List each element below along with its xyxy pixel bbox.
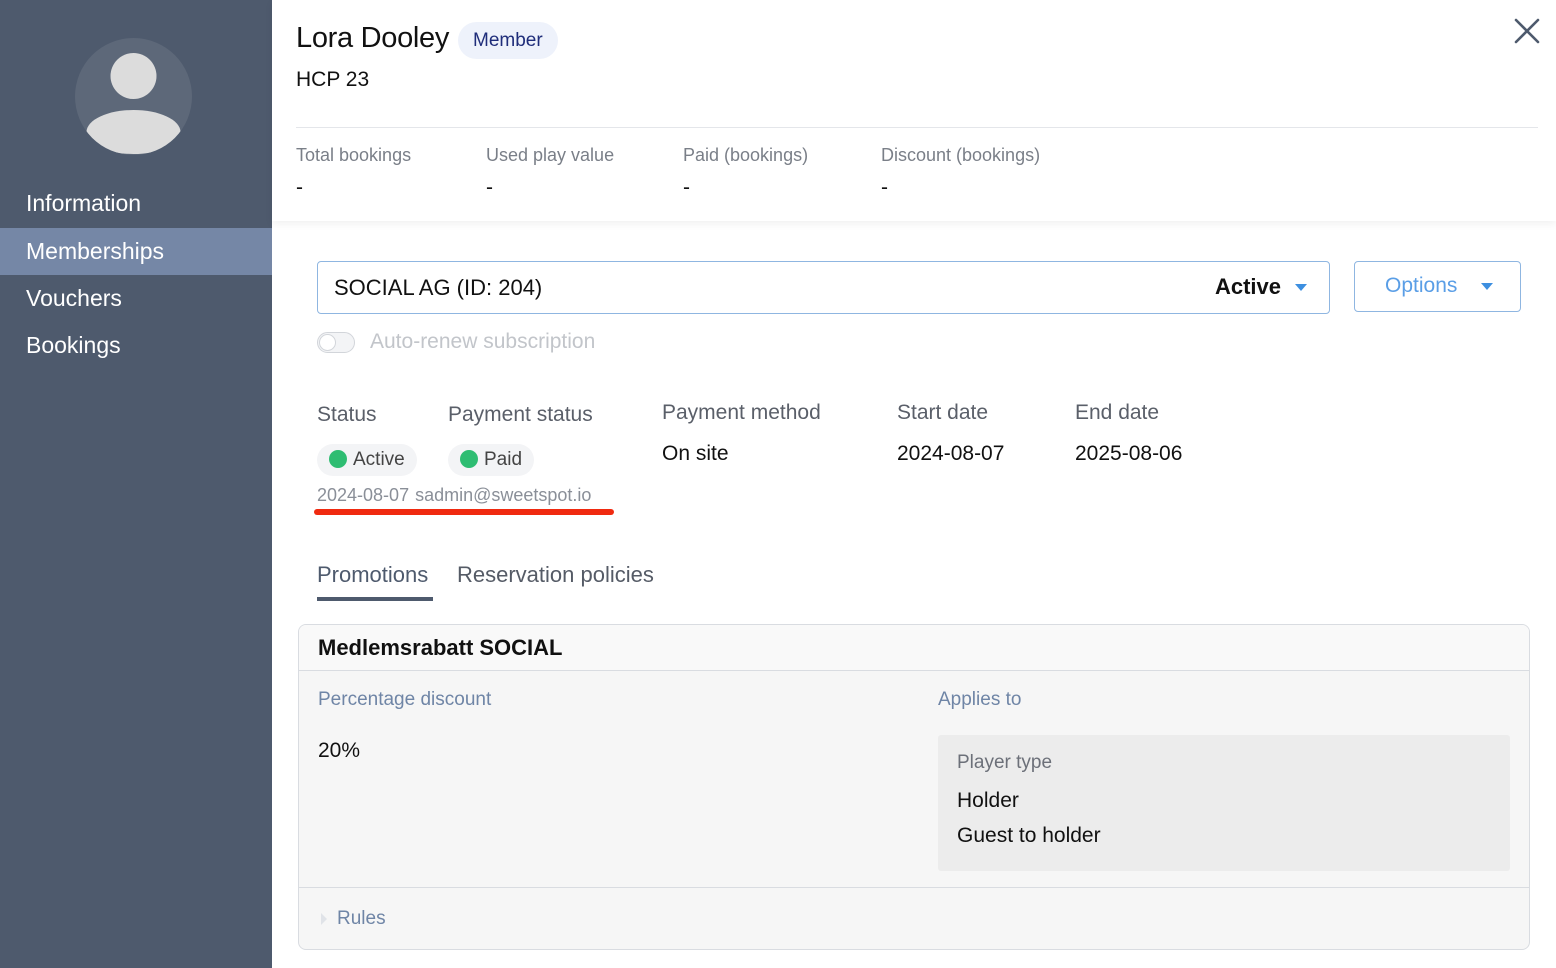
auto-renew-label: Auto-renew subscription <box>370 330 596 353</box>
stat-label: Used play value <box>486 145 615 165</box>
status-value: Active <box>353 449 405 470</box>
stat-discount-bookings: Discount (bookings) - <box>881 145 1040 200</box>
tab-reservation-policies[interactable]: Reservation policies <box>457 562 654 588</box>
end-date-label: End date <box>1075 401 1160 424</box>
stat-value: - <box>881 176 888 199</box>
payment-status-value: Paid <box>484 449 523 470</box>
sidebar-item-label: Vouchers <box>26 285 122 311</box>
options-button[interactable]: Options <box>1354 261 1521 312</box>
membership-state: Active <box>1214 274 1281 299</box>
payment-method-label: Payment method <box>662 401 821 424</box>
tab-promotions[interactable]: Promotions <box>317 562 428 588</box>
player-type-label: Player type <box>957 752 1053 773</box>
applies-to-label: Applies to <box>938 689 1022 710</box>
payment-status-badge: Paid <box>448 444 535 476</box>
chevron-down-icon <box>1295 284 1307 291</box>
sidebar-item-bookings[interactable]: Bookings <box>0 322 272 369</box>
sidebar-item-memberships[interactable]: Memberships <box>0 228 272 275</box>
applies-to-box: Player type Holder Guest to holder <box>938 735 1510 871</box>
stat-label: Paid (bookings) <box>683 145 809 165</box>
status-dot-icon <box>329 450 347 468</box>
stat-total-bookings: Total bookings - <box>296 145 411 200</box>
promotion-title: Medlemsrabatt SOCIAL <box>318 635 563 660</box>
avatar <box>75 38 192 155</box>
options-label: Options <box>1385 274 1458 297</box>
payment-meta: 2024-08-07 sadmin@sweetspot.io <box>317 485 591 506</box>
chevron-down-icon <box>1481 283 1493 290</box>
stat-value: - <box>486 176 493 199</box>
promotion-card-header: Medlemsrabatt SOCIAL <box>299 625 1529 671</box>
sidebar: Information Memberships Vouchers Booking… <box>0 0 272 968</box>
percentage-discount-label: Percentage discount <box>318 689 492 710</box>
membership-select[interactable]: SOCIAL AG (ID: 204) Active <box>317 261 1330 314</box>
stat-label: Discount (bookings) <box>881 145 1041 165</box>
player-type-item: Holder <box>957 789 1019 812</box>
status-label: Status <box>317 403 377 426</box>
sidebar-item-label: Information <box>26 190 142 216</box>
player-header: Lora Dooley Member HCP 23 Total bookings… <box>272 0 1556 221</box>
toggle-knob <box>319 334 336 351</box>
stat-paid-bookings: Paid (bookings) - <box>683 145 808 200</box>
promotion-card: Medlemsrabatt SOCIAL Percentage discount… <box>298 624 1530 950</box>
payment-status-label: Payment status <box>448 403 593 426</box>
active-tab-indicator <box>317 597 433 601</box>
status-badge: Active <box>317 444 417 476</box>
stat-value: - <box>683 176 690 199</box>
rules-toggle[interactable]: Rules <box>337 908 386 930</box>
user-icon <box>86 53 181 154</box>
percentage-discount-value: 20% <box>318 739 361 762</box>
handicap: HCP 23 <box>296 68 370 91</box>
end-date-value: 2025-08-06 <box>1075 442 1183 465</box>
stat-used-play-value: Used play value - <box>486 145 614 200</box>
sidebar-item-vouchers[interactable]: Vouchers <box>0 275 272 322</box>
tab-label: Promotions <box>317 562 429 587</box>
paid-date: 2024-08-07 <box>317 485 410 505</box>
rules-section: Rules <box>299 887 1529 949</box>
sidebar-item-label: Memberships <box>26 238 165 264</box>
close-icon <box>1514 18 1540 44</box>
paid-by: sadmin@sweetspot.io <box>415 485 592 505</box>
auto-renew-toggle[interactable] <box>317 332 355 353</box>
highlight-underline <box>314 509 614 515</box>
player-name: Lora Dooley <box>296 22 450 54</box>
chevron-right-icon <box>321 913 327 925</box>
sidebar-item-information[interactable]: Information <box>0 180 272 227</box>
payment-method-value: On site <box>662 442 729 465</box>
header-divider <box>296 127 1538 128</box>
member-badge: Member <box>458 22 558 59</box>
status-dot-icon <box>460 450 478 468</box>
start-date-value: 2024-08-07 <box>897 442 1005 465</box>
membership-title: SOCIAL AG (ID: 204) <box>334 275 543 300</box>
player-type-item: Guest to holder <box>957 824 1101 847</box>
start-date-label: Start date <box>897 401 989 424</box>
stat-value: - <box>296 176 303 199</box>
stat-label: Total bookings <box>296 145 412 165</box>
sidebar-item-label: Bookings <box>26 332 121 358</box>
tab-label: Reservation policies <box>457 562 654 587</box>
close-button[interactable] <box>1512 16 1542 46</box>
